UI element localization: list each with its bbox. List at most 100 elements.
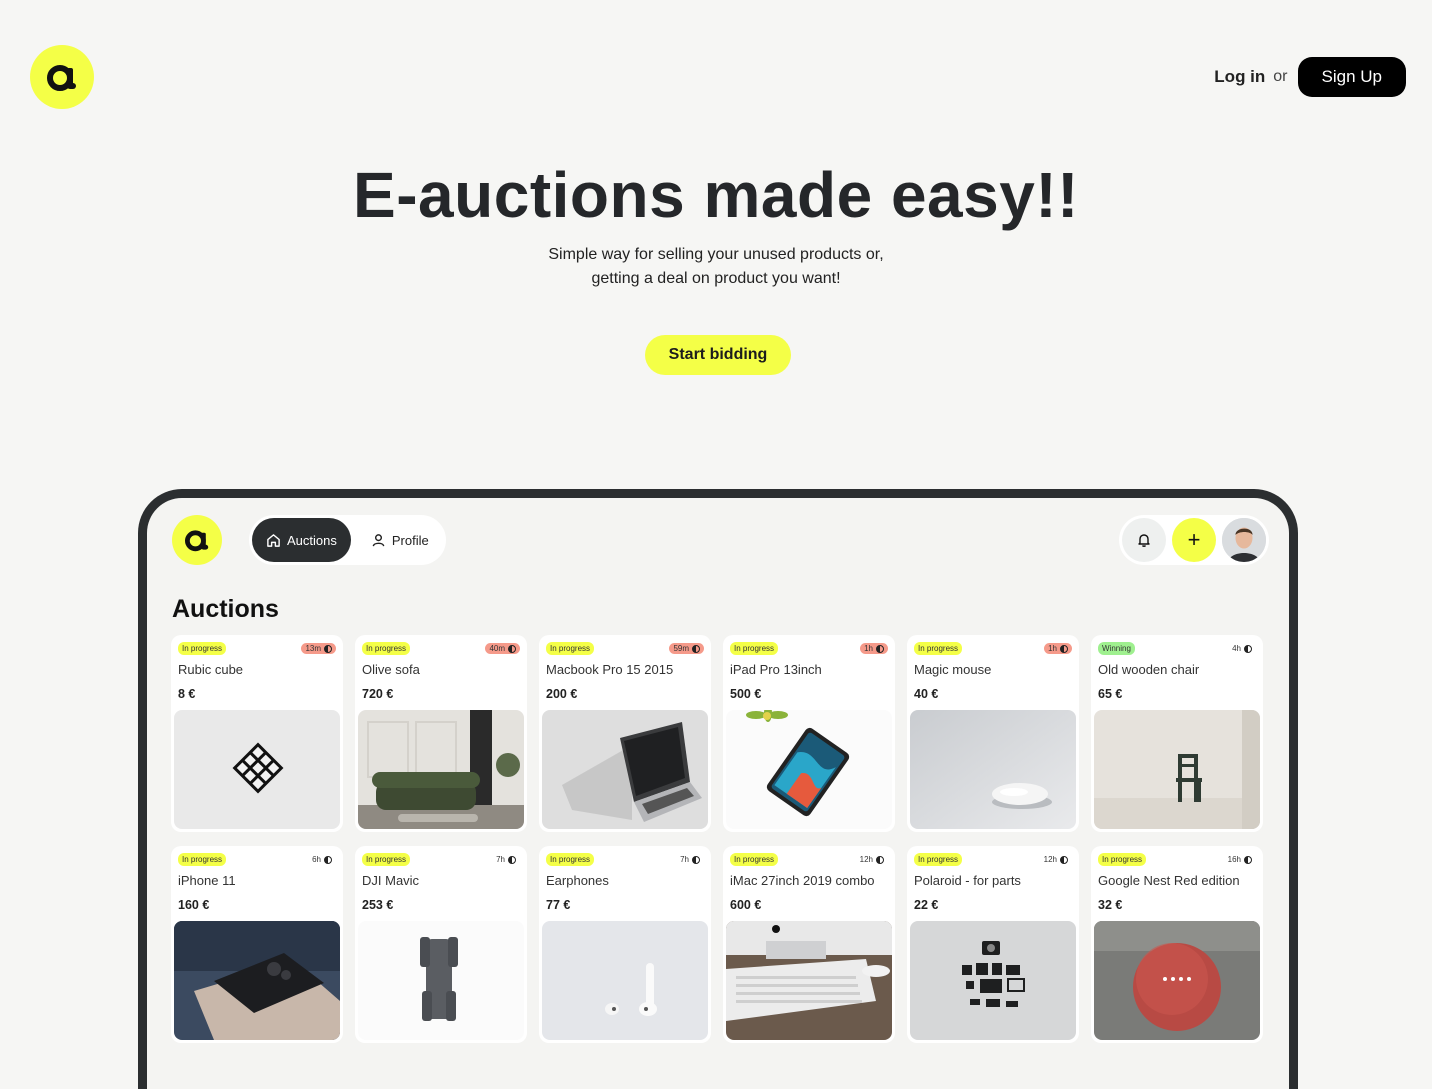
tab-auctions-label: Auctions xyxy=(287,532,337,548)
card-price: 22 € xyxy=(914,898,939,912)
card-title: Macbook Pro 15 2015 xyxy=(546,662,674,677)
status-badge: In progress xyxy=(546,642,595,655)
clock-icon xyxy=(324,855,332,864)
hero-subtitle: Simple way for selling your unused produ… xyxy=(0,243,1432,291)
tab-profile-label: Profile xyxy=(391,532,429,548)
or-text: or xyxy=(1273,68,1288,85)
auction-card[interactable]: In progress 12h Polaroid - for parts 22 … xyxy=(907,846,1079,1043)
laptop-image xyxy=(542,710,708,829)
clock-icon xyxy=(876,644,884,653)
time-left-badge: 4h xyxy=(1228,643,1256,654)
auction-card[interactable]: In progress 59m Macbook Pro 15 2015 200 … xyxy=(539,635,711,832)
time-left-badge: 13m xyxy=(301,643,336,654)
card-price: 720 € xyxy=(362,687,394,701)
auction-card[interactable]: In progress 1h Magic mouse 40 € xyxy=(907,635,1079,832)
auth-nav: Log in or Sign Up xyxy=(1214,57,1406,97)
status-badge: In progress xyxy=(730,853,779,866)
clock-icon xyxy=(1060,855,1068,864)
app-preview-frame: Auctions Profile + Auctions In progress … xyxy=(138,489,1298,1089)
time-left-badge: 7h xyxy=(492,854,520,865)
card-price: 40 € xyxy=(914,687,939,701)
card-price: 65 € xyxy=(1098,687,1123,701)
hero-title: E-auctions made easy!! xyxy=(353,159,1079,231)
card-title: Magic mouse xyxy=(914,662,992,677)
time-left-label: 1h xyxy=(864,644,873,653)
auction-card[interactable]: In progress 12h iMac 27inch 2019 combo 6… xyxy=(723,846,895,1043)
status-badge: In progress xyxy=(178,642,227,655)
time-left-badge: 40m xyxy=(485,643,520,654)
add-auction-button[interactable]: + xyxy=(1172,518,1216,562)
ipad-image xyxy=(726,710,892,829)
clock-icon xyxy=(1244,644,1252,653)
card-title: iMac 27inch 2019 combo xyxy=(730,873,875,888)
notifications-button[interactable] xyxy=(1122,518,1166,562)
tab-profile[interactable]: Profile xyxy=(357,518,443,562)
clock-icon xyxy=(324,644,332,653)
rubic-cube-image xyxy=(174,710,340,829)
card-price: 500 € xyxy=(730,687,762,701)
status-badge: In progress xyxy=(178,853,227,866)
time-left-badge: 59m xyxy=(669,643,704,654)
auction-card[interactable]: In progress 40m Olive sofa 720 € xyxy=(355,635,527,832)
time-left-label: 7h xyxy=(680,855,689,864)
clock-icon xyxy=(692,855,700,864)
bell-icon xyxy=(1138,534,1150,547)
status-badge: In progress xyxy=(1098,853,1147,866)
mouse-image xyxy=(910,710,1076,829)
auction-card[interactable]: In progress 6h iPhone 11 160 € xyxy=(171,846,343,1043)
status-badge: In progress xyxy=(730,642,779,655)
card-title: DJI Mavic xyxy=(362,873,420,888)
time-left-badge: 1h xyxy=(860,643,888,654)
card-price: 200 € xyxy=(546,687,578,701)
login-link[interactable]: Log in xyxy=(1214,67,1265,87)
card-price: 8 € xyxy=(178,687,196,701)
auction-card[interactable]: In progress 16h Google Nest Red edition … xyxy=(1091,846,1263,1043)
chair-image xyxy=(1094,710,1260,829)
clock-icon xyxy=(508,644,516,653)
time-left-label: 4h xyxy=(1232,644,1241,653)
status-badge: Winning xyxy=(1098,642,1135,655)
time-left-label: 1h xyxy=(1048,644,1057,653)
auction-card[interactable]: In progress 1h iPad Pro 13inch 500 € xyxy=(723,635,895,832)
status-badge: In progress xyxy=(914,642,963,655)
time-left-label: 40m xyxy=(489,644,505,653)
card-price: 160 € xyxy=(178,898,210,912)
time-left-label: 12h xyxy=(1043,855,1057,864)
avatar-image xyxy=(1222,518,1266,562)
avatar[interactable] xyxy=(1222,518,1266,562)
time-left-badge: 12h xyxy=(1040,854,1072,865)
time-left-label: 16h xyxy=(1227,855,1241,864)
time-left-badge: 7h xyxy=(676,854,704,865)
auction-card[interactable]: In progress 7h DJI Mavic 253 € xyxy=(355,846,527,1043)
card-title: Old wooden chair xyxy=(1098,662,1200,677)
imac-image xyxy=(726,921,892,1040)
card-price: 77 € xyxy=(546,898,571,912)
brand-logo[interactable] xyxy=(30,45,94,109)
clock-icon xyxy=(692,644,700,653)
app-logo[interactable] xyxy=(172,515,222,565)
status-badge: In progress xyxy=(362,642,411,655)
user-icon xyxy=(372,533,385,546)
card-price: 600 € xyxy=(730,898,762,912)
auction-card[interactable]: In progress 7h Earphones 77 € xyxy=(539,846,711,1043)
app-nav-tabs: Auctions Profile xyxy=(249,515,446,565)
status-badge: In progress xyxy=(546,853,595,866)
tab-auctions[interactable]: Auctions xyxy=(252,518,351,562)
signup-button[interactable]: Sign Up xyxy=(1297,57,1406,97)
card-title: iPad Pro 13inch xyxy=(730,662,822,677)
time-left-label: 12h xyxy=(859,855,873,864)
section-title: Auctions xyxy=(172,595,279,623)
status-badge: In progress xyxy=(914,853,963,866)
hero-subtitle-line-1: Simple way for selling your unused produ… xyxy=(548,246,884,263)
clock-icon xyxy=(1060,644,1068,653)
auction-card[interactable]: Winning 4h Old wooden chair 65 € xyxy=(1091,635,1263,832)
time-left-badge: 6h xyxy=(308,854,336,865)
time-left-label: 7h xyxy=(496,855,505,864)
start-bidding-button[interactable]: Start bidding xyxy=(645,335,791,375)
polaroid-parts-image xyxy=(910,921,1076,1040)
auction-card[interactable]: In progress 13m Rubic cube 8 € xyxy=(171,635,343,832)
clock-icon xyxy=(876,855,884,864)
card-title: iPhone 11 xyxy=(178,873,236,888)
nest-speaker-image xyxy=(1094,921,1260,1040)
drone-image xyxy=(358,921,524,1040)
